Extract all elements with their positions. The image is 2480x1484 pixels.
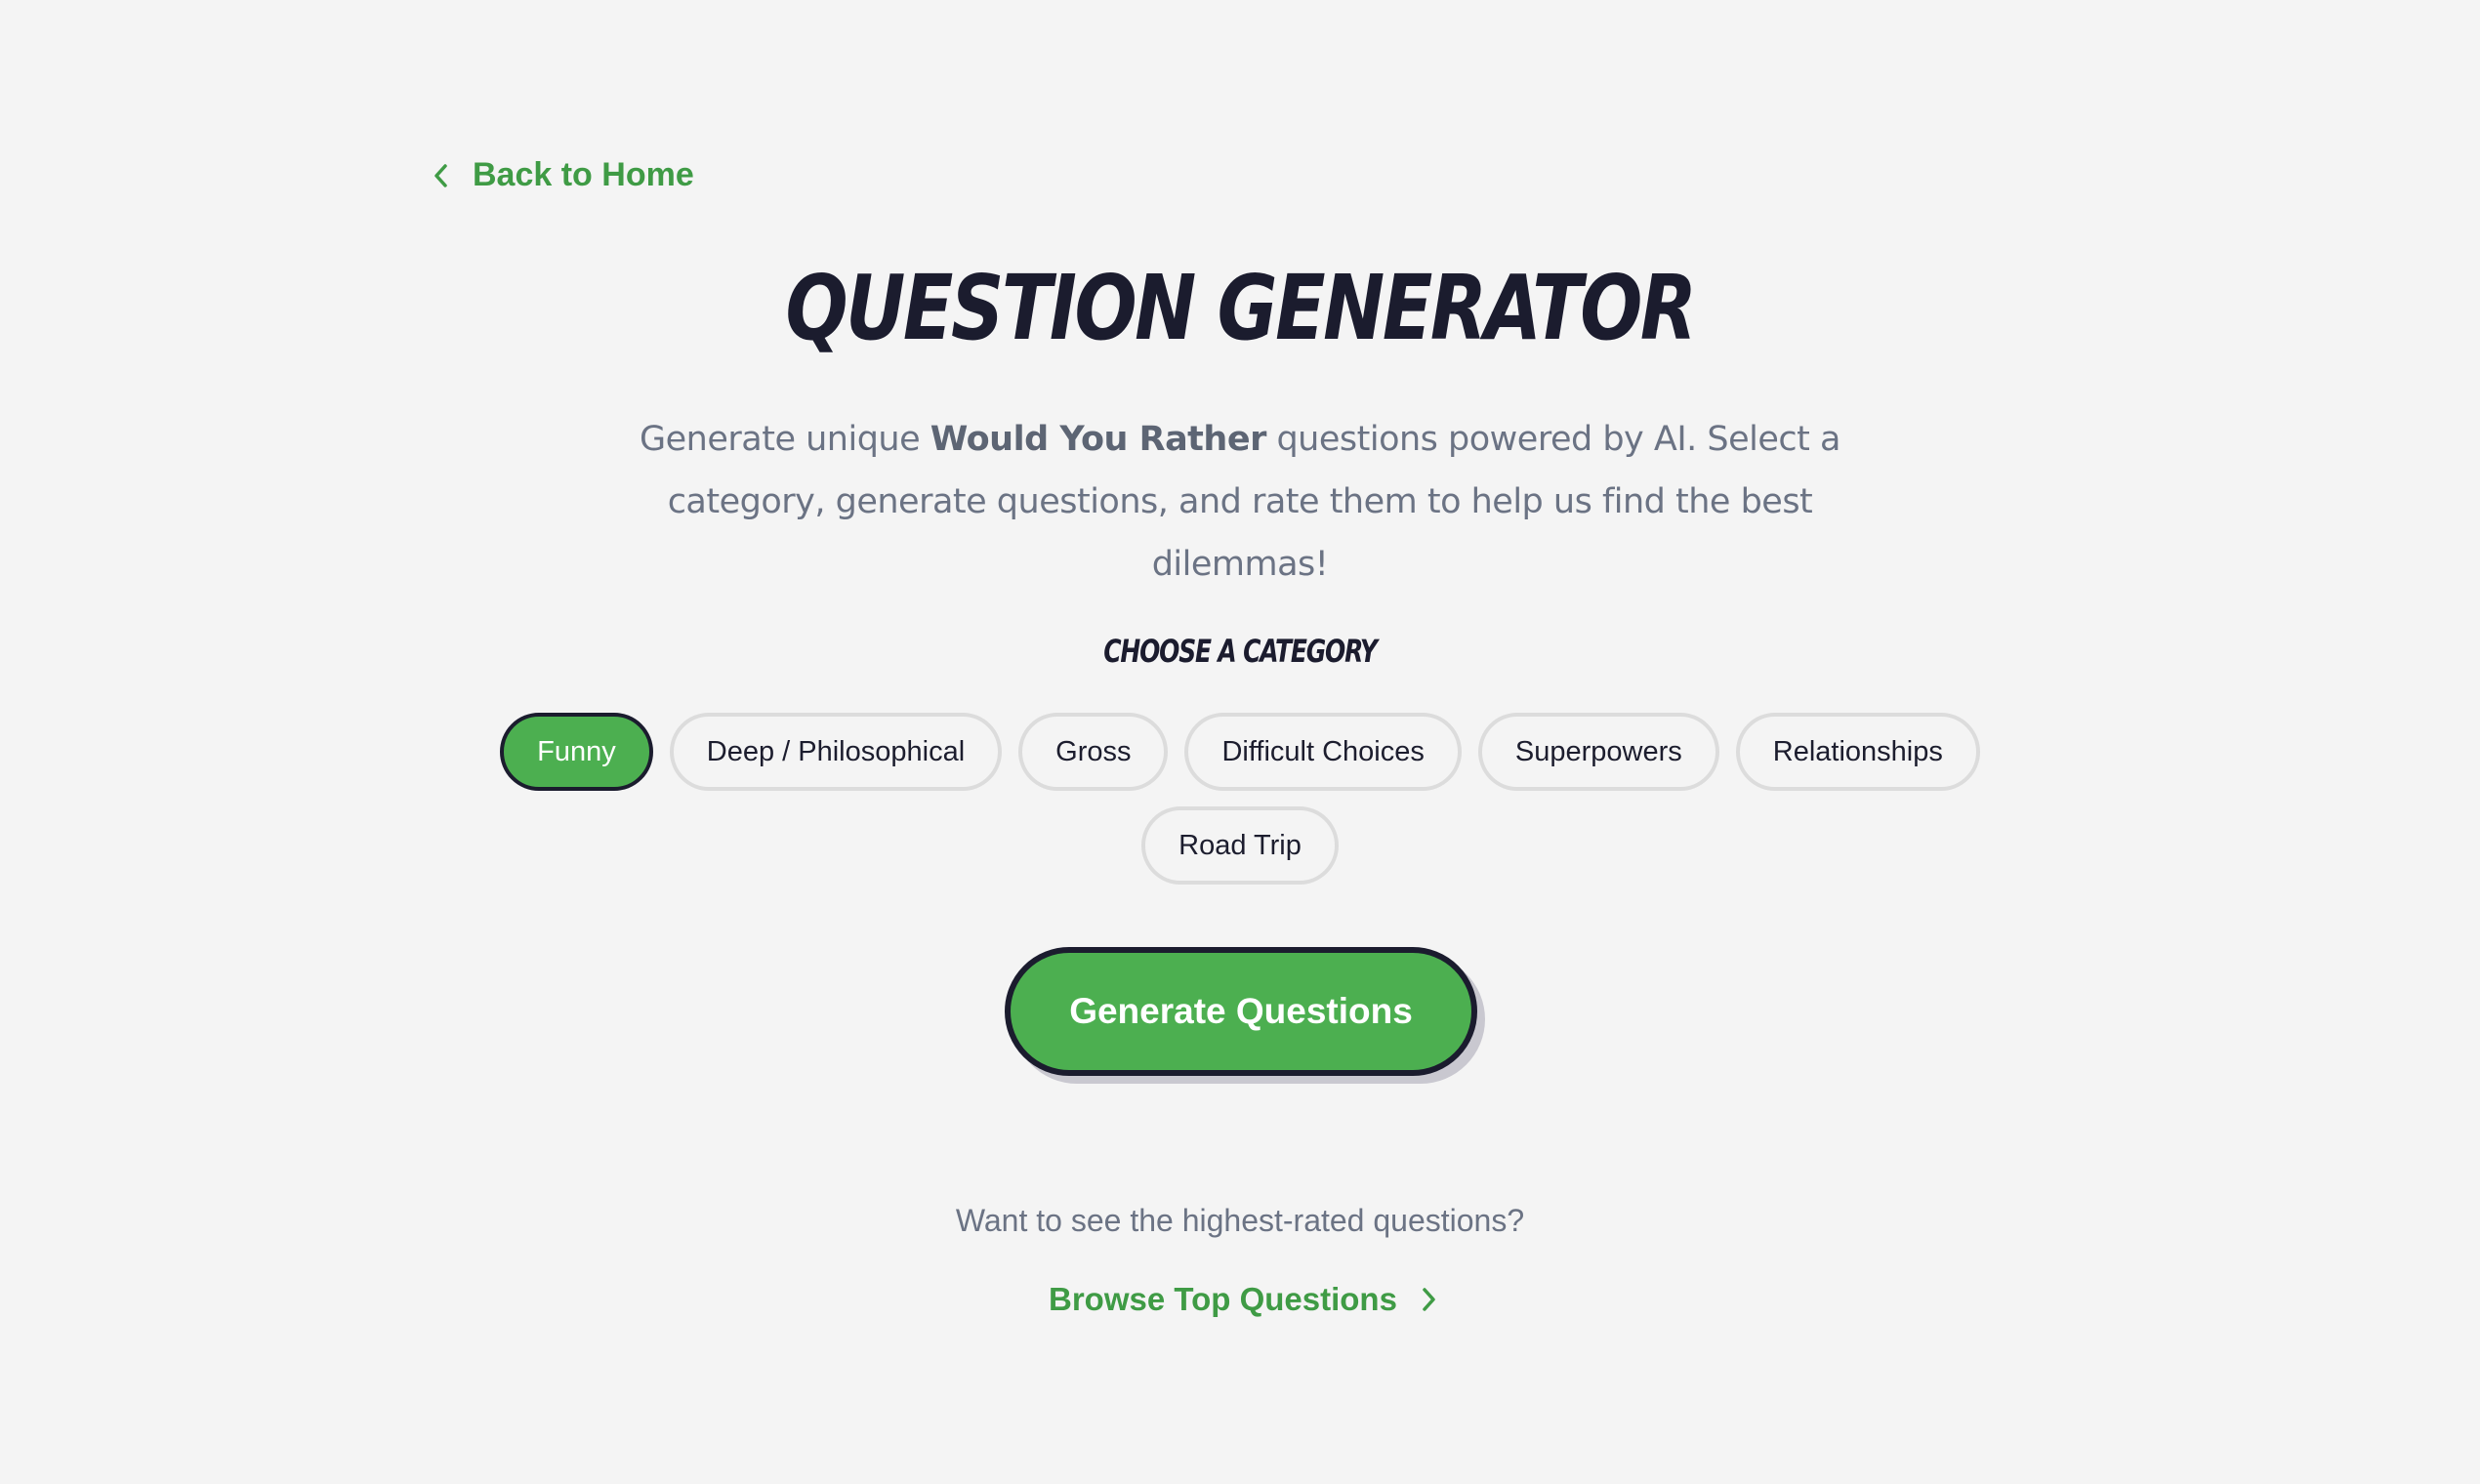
page-title: QUESTION GENERATOR (785, 256, 1697, 360)
browse-top-questions-link[interactable]: Browse Top Questions (1049, 1281, 1438, 1318)
generate-questions-button[interactable]: Generate Questions (1005, 947, 1477, 1076)
subtitle-text-start: Generate unique (640, 420, 930, 459)
category-chip-difficult-choices[interactable]: Difficult Choices (1184, 713, 1462, 791)
back-to-home-label: Back to Home (473, 156, 694, 193)
top-questions-prompt: Want to see the highest-rated questions? (955, 1203, 1525, 1238)
category-chip-relationships[interactable]: Relationships (1735, 713, 1980, 791)
chevron-left-icon (434, 163, 447, 187)
page-subtitle: Generate unique Would You Rather questio… (605, 408, 1875, 596)
category-chip-group: Funny Deep / Philosophical Gross Difficu… (488, 713, 1992, 885)
category-heading: Choose a Category (1103, 633, 1378, 670)
category-chip-gross[interactable]: Gross (1018, 713, 1169, 791)
back-to-home-link[interactable]: Back to Home (432, 156, 694, 194)
category-chip-road-trip[interactable]: Road Trip (1141, 806, 1339, 885)
generate-button-wrapper: Generate Questions (1005, 947, 1485, 1084)
category-chip-superpowers[interactable]: Superpowers (1477, 713, 1719, 791)
category-chip-deep-philosophical[interactable]: Deep / Philosophical (669, 713, 1003, 791)
category-chip-funny[interactable]: Funny (500, 713, 653, 791)
browse-top-questions-label: Browse Top Questions (1049, 1281, 1397, 1317)
subtitle-emphasis: Would You Rather (930, 420, 1267, 459)
chevron-right-icon (1423, 1288, 1435, 1311)
